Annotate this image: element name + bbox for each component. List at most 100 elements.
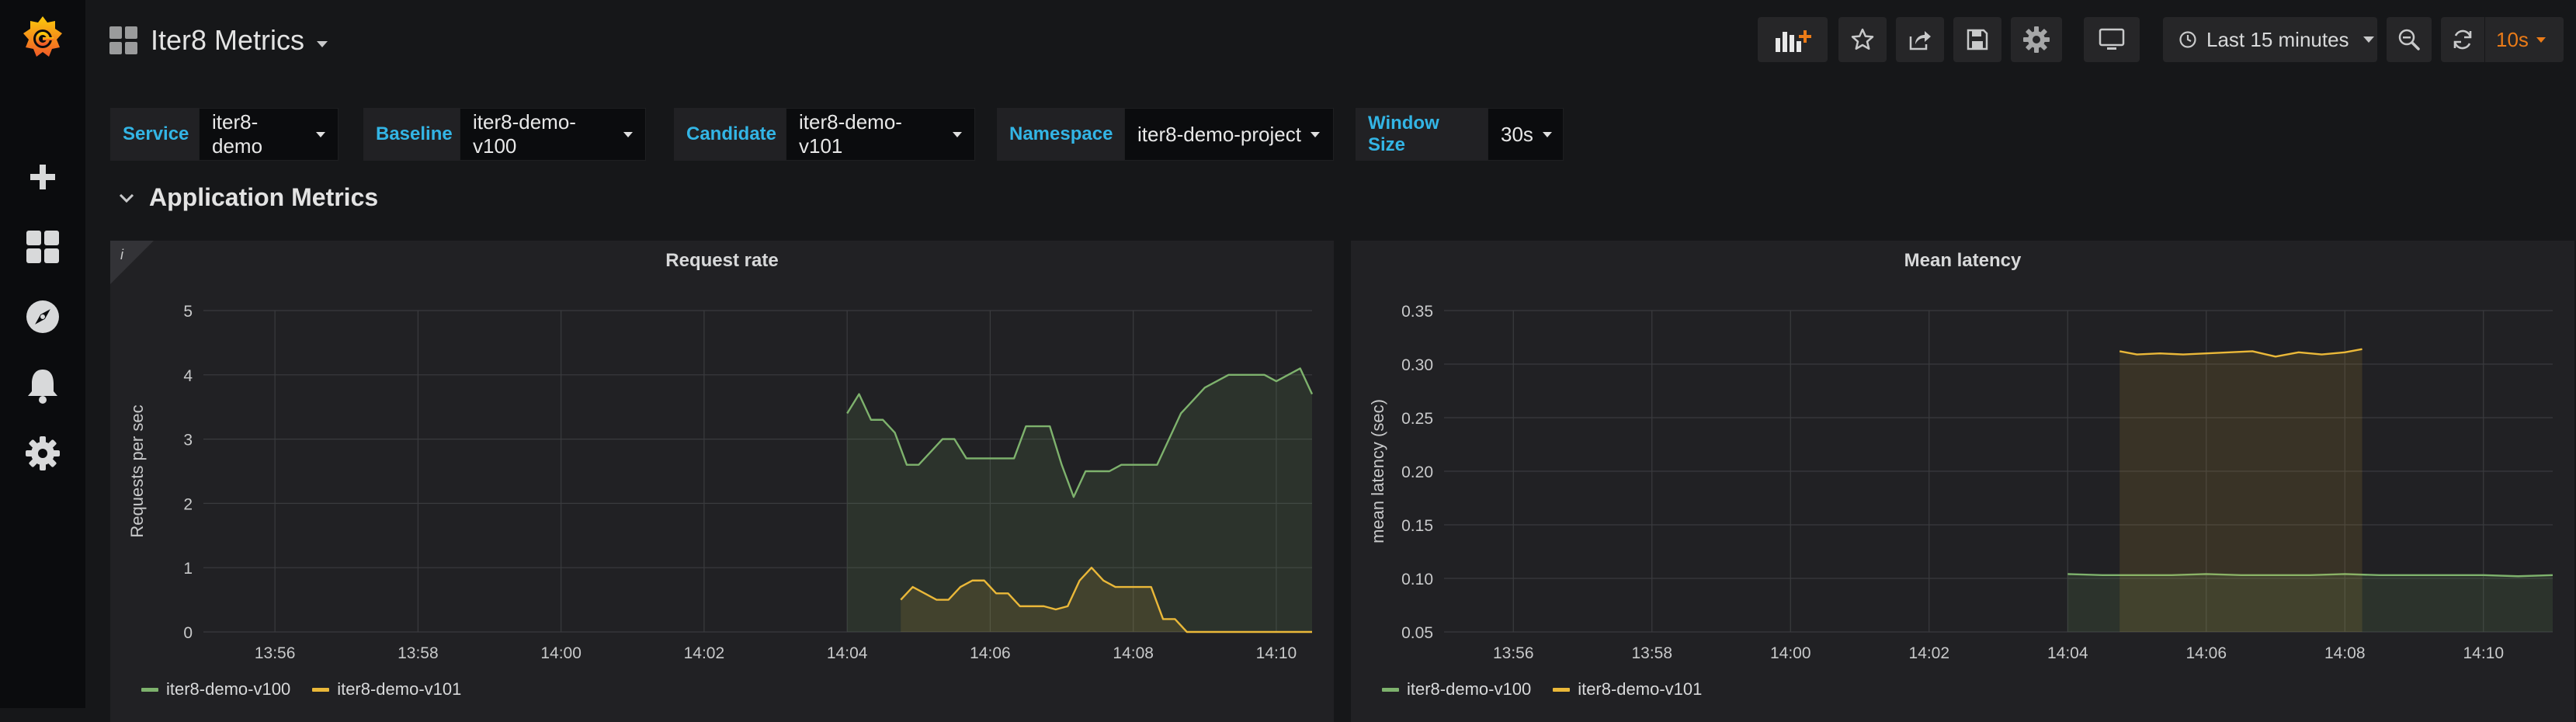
legend-swatch — [1382, 687, 1399, 692]
variable-dropdown[interactable]: 30s — [1488, 108, 1564, 161]
sidebar — [0, 0, 85, 708]
y-tick-label: 0.20 — [1401, 463, 1433, 481]
legend-item[interactable]: iter8-demo-v100 — [1382, 679, 1531, 699]
dashboards-icon — [109, 26, 137, 54]
explore-icon[interactable] — [0, 295, 85, 338]
legend-label: iter8-demo-v100 — [166, 679, 291, 699]
variable-value: iter8-demo-project — [1137, 122, 1301, 146]
bell-icon[interactable] — [0, 363, 85, 407]
row-title: Application Metrics — [149, 183, 379, 211]
zoom-out-button[interactable] — [2387, 17, 2432, 62]
chevron-down-icon — [623, 131, 633, 137]
y-tick-label: 0.10 — [1401, 571, 1433, 588]
x-tick-label: 14:04 — [827, 644, 868, 662]
legend: iter8-demo-v100 iter8-demo-v101 — [1382, 679, 1702, 699]
y-tick-label: 1 — [183, 560, 193, 578]
panel-mean-latency: Mean latency 0.05 0.10 0.15 0.20 0.25 0.30 0.3… — [1351, 241, 2574, 722]
legend-swatch — [312, 687, 330, 692]
refresh-picker[interactable]: 10s — [2441, 17, 2564, 62]
save-icon — [1967, 29, 1988, 50]
time-range-picker[interactable]: Last 15 minutes — [2163, 17, 2377, 62]
y-tick-label: 0.05 — [1401, 624, 1433, 642]
share-icon — [1909, 31, 1931, 50]
variable-label: Window Size — [1356, 108, 1488, 161]
variable-value: iter8-demo-v101 — [799, 110, 902, 158]
chevron-down-icon — [119, 193, 134, 203]
grafana-logo[interactable] — [0, 11, 85, 65]
x-tick-label: 13:56 — [1493, 644, 1534, 662]
dashboard-title: Iter8 Metrics — [151, 24, 305, 56]
panel-request-rate: i Request rate 0 1 2 3 4 5 13:56 13:58 14:00 14:0… — [110, 241, 1334, 722]
mean-latency-chart: 0.05 0.10 0.15 0.20 0.25 0.30 0.35 13:56 13:58 14… — [1368, 303, 2553, 662]
y-axis-label: Requests per sec — [127, 404, 147, 537]
x-tick-label: 13:58 — [1631, 644, 1672, 662]
variable-window-size: Window Size 30s — [1356, 108, 1564, 161]
variable-dropdown[interactable]: iter8-demo — [199, 108, 338, 161]
legend-item[interactable]: iter8-demo-v101 — [312, 679, 461, 699]
request-rate-chart: 0 1 2 3 4 5 13:56 13:58 14:00 14:02 14:04 14:06 14:0… — [127, 303, 1314, 662]
x-tick-label: 14:00 — [540, 644, 582, 662]
x-tick-label: 14:06 — [2185, 644, 2227, 662]
series-area — [2119, 349, 2362, 632]
legend-label: iter8-demo-v101 — [1578, 679, 1703, 699]
dashboard-title-picker[interactable]: Iter8 Metrics — [109, 19, 328, 62]
legend: iter8-demo-v100 iter8-demo-v101 — [141, 679, 461, 699]
variable-label: Candidate — [674, 108, 786, 161]
x-tick-label: 13:56 — [255, 644, 296, 662]
legend-item[interactable]: iter8-demo-v100 — [141, 679, 290, 699]
legend-label: iter8-demo-v101 — [337, 679, 462, 699]
variable-value: 30s — [1501, 122, 1533, 146]
y-tick-label: 2 — [183, 495, 193, 513]
chevron-down-icon — [953, 131, 962, 137]
row-header[interactable]: Application Metrics — [118, 183, 378, 212]
chevron-down-icon — [1542, 131, 1552, 137]
y-tick-label: 0.25 — [1401, 410, 1433, 428]
variable-dropdown[interactable]: iter8-demo-v101 — [786, 108, 975, 161]
variable-label: Namespace — [997, 108, 1124, 161]
star-button[interactable] — [1838, 17, 1887, 62]
y-tick-label: 5 — [183, 303, 193, 321]
refresh-interval: 10s — [2496, 27, 2529, 51]
y-tick-label: 0 — [183, 624, 193, 642]
save-button[interactable] — [1953, 17, 2001, 62]
x-tick-label: 13:58 — [398, 644, 439, 662]
tv-mode-button[interactable] — [2084, 17, 2140, 62]
y-tick-label: 4 — [183, 367, 193, 385]
y-axis-label: mean latency (sec) — [1368, 399, 1387, 543]
share-button[interactable] — [1896, 17, 1944, 62]
chevron-down-icon — [316, 131, 325, 137]
x-tick-label: 14:10 — [2463, 644, 2504, 662]
x-tick-label: 14:04 — [2047, 644, 2088, 662]
add-panel-icon — [1776, 30, 1811, 52]
variable-label: Baseline — [363, 108, 460, 161]
plus-icon[interactable] — [0, 155, 85, 199]
variable-service: Service iter8-demo — [110, 108, 338, 161]
variable-candidate: Candidate iter8-demo-v101 — [674, 108, 975, 161]
variable-label: Service — [110, 108, 199, 161]
y-tick-label: 0.15 — [1401, 517, 1433, 535]
zoom-out-icon — [2398, 29, 2420, 50]
y-tick-label: 0.30 — [1401, 356, 1433, 374]
variable-value: iter8-demo-v100 — [473, 110, 576, 158]
y-tick-label: 3 — [183, 432, 193, 450]
chevron-down-icon — [1310, 131, 1320, 137]
x-tick-label: 14:08 — [2324, 644, 2366, 662]
x-tick-label: 14:06 — [970, 644, 1011, 662]
y-tick-label: 0.35 — [1401, 303, 1433, 321]
variable-baseline: Baseline iter8-demo-v100 — [363, 108, 646, 161]
variable-dropdown[interactable]: iter8-demo-v100 — [460, 108, 646, 161]
x-tick-label: 14:02 — [1908, 644, 1949, 662]
gear-icon[interactable] — [0, 432, 85, 475]
x-tick-label: 14:08 — [1113, 644, 1154, 662]
variable-dropdown[interactable]: iter8-demo-project — [1124, 108, 1334, 161]
settings-button[interactable] — [2011, 17, 2062, 62]
refresh-icon — [2453, 30, 2472, 50]
legend-swatch — [141, 687, 158, 692]
legend-item[interactable]: iter8-demo-v101 — [1553, 679, 1702, 699]
add-panel-button[interactable] — [1758, 17, 1828, 62]
chevron-down-icon — [2362, 36, 2374, 43]
variable-namespace: Namespace iter8-demo-project — [997, 108, 1334, 161]
chevron-down-icon — [317, 41, 328, 47]
refresh-button[interactable] — [2441, 17, 2485, 62]
dashboards-icon[interactable] — [0, 225, 85, 269]
